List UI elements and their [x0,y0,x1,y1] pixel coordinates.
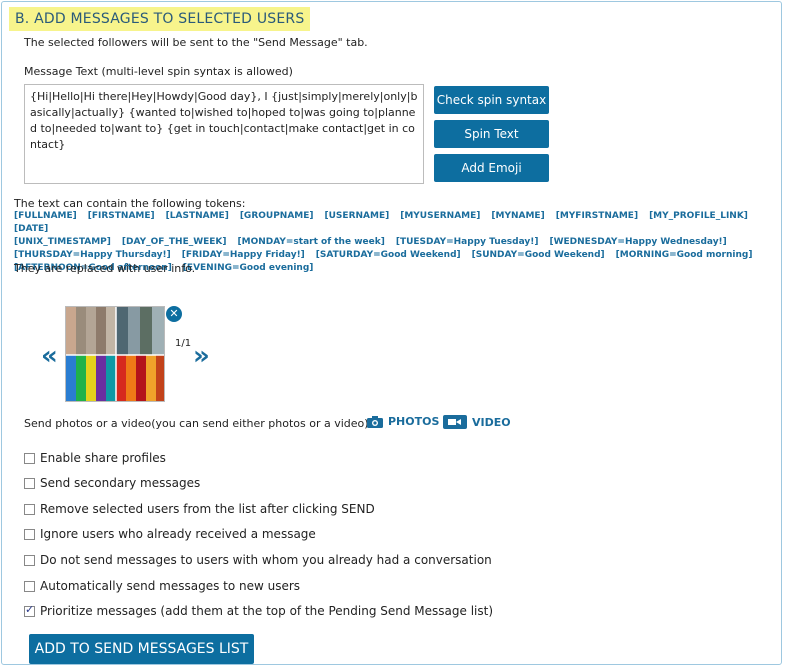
option-label: Send secondary messages [40,476,201,490]
token-item: [THURSDAY=Happy Thursday!] [14,250,171,260]
section-title: B. ADD MESSAGES TO SELECTED USERS [9,7,311,31]
checkbox[interactable] [24,554,35,566]
close-icon[interactable]: ✕ [166,306,182,322]
option-ignore-received[interactable]: Ignore users who already received a mess… [24,526,316,542]
token-item: [SATURDAY=Good Weekend] [315,250,461,260]
double-chevron-right-icon[interactable]: » [193,343,210,369]
token-item: [FIRSTNAME] [87,211,155,221]
token-item: [MONDAY=start of the week] [237,237,385,247]
add-emoji-button[interactable]: Add Emoji [434,154,549,182]
video-button[interactable]: VIDEO [443,415,511,429]
option-label: Prioritize messages (add them at the top… [40,604,493,618]
checkbox[interactable] [24,580,35,592]
token-item: [MYNAME] [491,211,545,221]
token-item: [DATE] [14,224,49,234]
photo-thumbnail [65,306,165,402]
section-note: The selected followers will be sent to t… [24,36,368,49]
check-spin-syntax-button[interactable]: Check spin syntax [434,86,549,114]
tokens-intro: The text can contain the following token… [14,197,246,210]
token-item: [DAY_OF_THE_WEEK] [121,237,227,247]
option-label: Do not send messages to users with whom … [40,553,492,567]
checkbox[interactable] [24,452,35,464]
message-textarea[interactable]: {Hi|Hello|Hi there|Hey|Howdy|Good day}, … [24,84,424,184]
photo-counter: 1/1 [175,338,192,349]
option-auto-send-new-users[interactable]: Automatically send messages to new users [24,578,300,594]
video-camera-icon [443,415,467,429]
camera-icon [367,416,383,428]
option-skip-conversations[interactable]: Do not send messages to users with whom … [24,552,492,568]
token-item: [MORNING=Good morning] [615,250,753,260]
token-item: [GROUPNAME] [239,211,314,221]
option-prioritize-messages[interactable]: Prioritize messages (add them at the top… [24,603,493,619]
checkbox[interactable] [24,528,35,540]
spin-text-button[interactable]: Spin Text [434,120,549,148]
checkbox[interactable] [24,503,35,515]
token-item: [SUNDAY=Good Weekend] [471,250,605,260]
checkbox[interactable] [24,477,35,489]
token-item: [TUESDAY=Happy Tuesday!] [395,237,539,247]
token-item: [MY_PROFILE_LINK] [649,211,748,221]
token-item: [MYUSERNAME] [400,211,481,221]
photos-label: PHOTOS [388,415,440,428]
video-label: VIDEO [472,415,511,429]
option-send-secondary-messages[interactable]: Send secondary messages [24,475,200,491]
token-item: [WEDNESDAY=Happy Wednesday!] [549,237,727,247]
token-item: [EVENING=Good evening] [182,263,314,273]
option-label: Automatically send messages to new users [40,579,301,593]
token-item: [UNIX_TIMESTAMP] [14,237,111,247]
media-label: Send photos or a video(you can send eith… [24,417,369,430]
photos-button[interactable]: PHOTOS [367,415,439,428]
token-item: [FULLNAME] [14,211,77,221]
message-text-label: Message Text (multi-level spin syntax is… [24,65,293,78]
option-label: Ignore users who already received a mess… [40,527,316,541]
tokens-outro: They are replaced with user info. [14,262,196,275]
checkbox-checked[interactable] [24,603,35,617]
option-label: Enable share profiles [40,451,166,465]
token-item: [LASTNAME] [165,211,229,221]
double-chevron-left-icon[interactable]: « [41,343,58,369]
option-label: Remove selected users from the list afte… [40,502,375,516]
token-item: [USERNAME] [324,211,390,221]
token-item: [FRIDAY=Happy Friday!] [181,250,305,260]
add-to-send-messages-list-button[interactable]: ADD TO SEND MESSAGES LIST [29,634,254,664]
option-enable-share-profiles[interactable]: Enable share profiles [24,450,166,466]
token-item: [MYFIRSTNAME] [555,211,639,221]
option-remove-selected-users[interactable]: Remove selected users from the list afte… [24,501,375,517]
